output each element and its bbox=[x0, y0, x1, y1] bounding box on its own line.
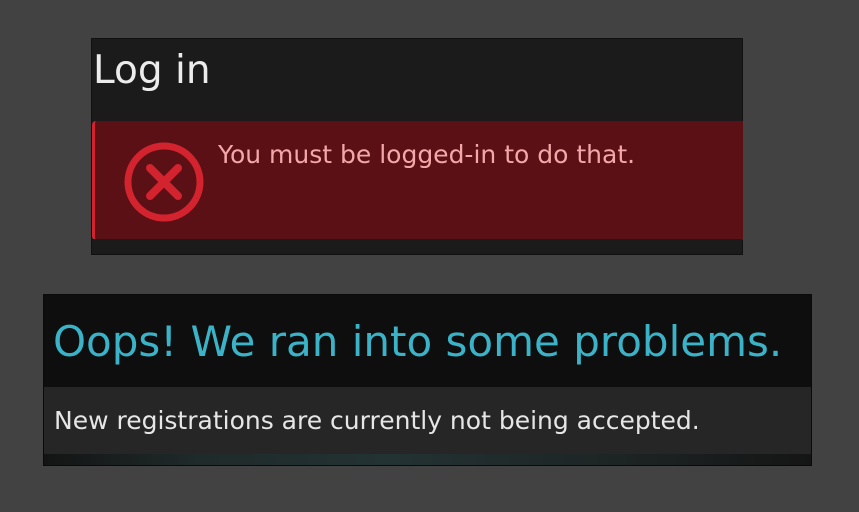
login-title: Log in bbox=[93, 48, 211, 93]
error-message: You must be logged-in to do that. bbox=[218, 140, 636, 169]
registration-panel-footer bbox=[44, 454, 811, 465]
registration-error-title: Oops! We ran into some problems. bbox=[53, 317, 783, 366]
login-panel-footer bbox=[92, 239, 742, 254]
login-error-alert: You must be logged-in to do that. bbox=[92, 121, 743, 240]
registration-panel: Oops! We ran into some problems. New reg… bbox=[43, 294, 812, 466]
registration-message-box: New registrations are currently not bein… bbox=[44, 387, 811, 455]
error-circle-x-icon bbox=[122, 140, 206, 224]
login-panel: Log in You must be logged-in to do that. bbox=[91, 38, 743, 255]
registration-message: New registrations are currently not bein… bbox=[54, 406, 700, 435]
